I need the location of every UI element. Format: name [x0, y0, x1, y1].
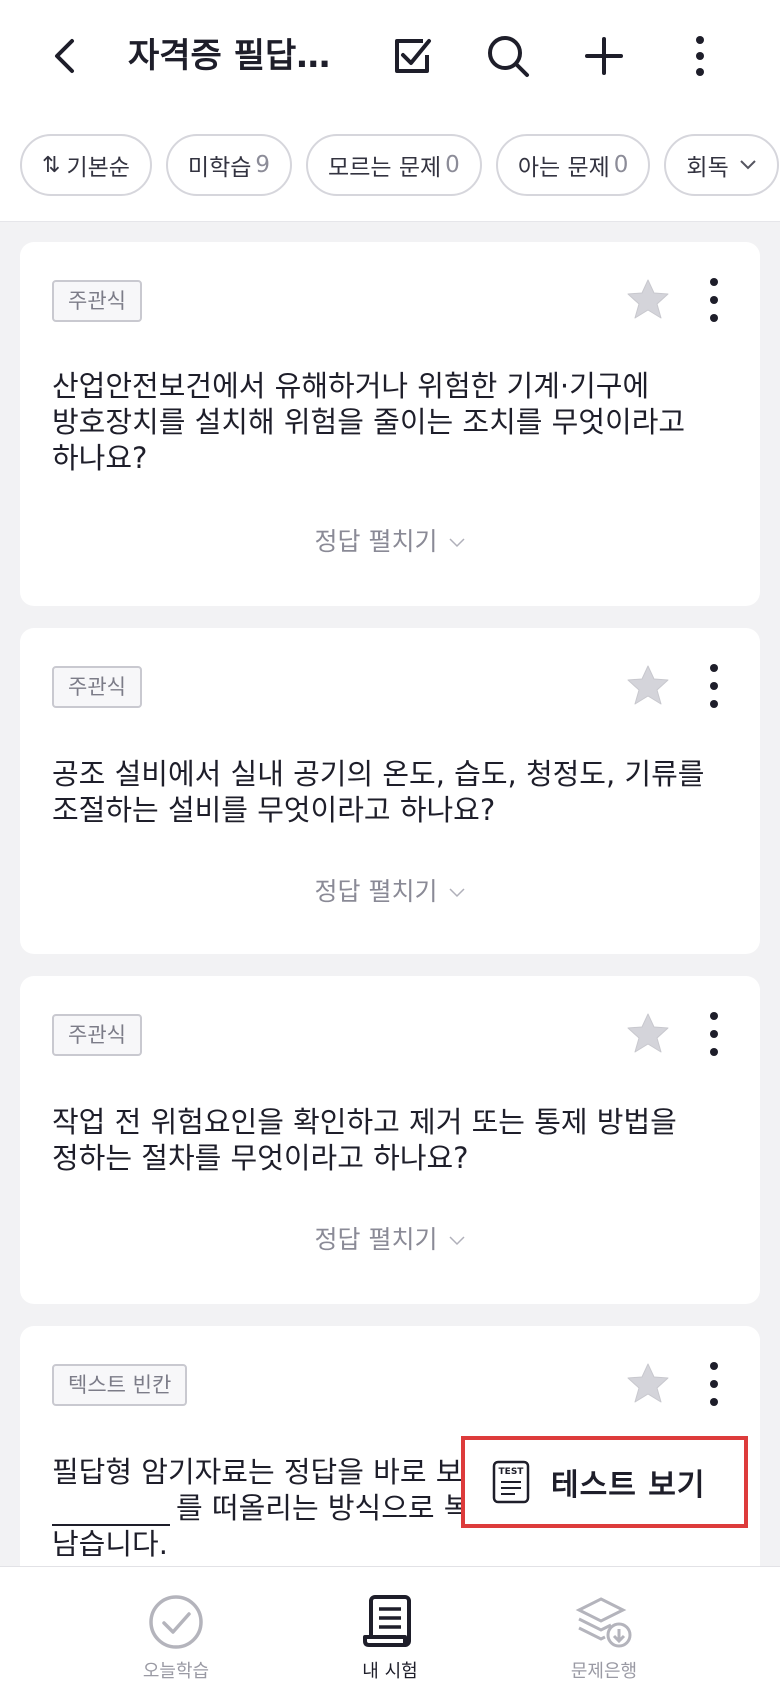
reveal-answer-button[interactable]: 정답 펼치기 — [20, 522, 760, 558]
question-text: 공조 설비에서 실내 공기의 온도, 습도, 청정도, 기류를 조절하는 설비를… — [52, 757, 705, 827]
search-button[interactable] — [478, 26, 538, 86]
plus-icon — [585, 37, 623, 75]
test-document-icon: TEST — [492, 1460, 530, 1504]
sort-icon: ⇅ — [42, 152, 61, 178]
test-view-button-content: TEST 테스트 보기 — [491, 1460, 705, 1504]
nav-label-question-bank: 문제은행 — [570, 1661, 638, 1682]
round-chip[interactable]: 회독 — [664, 134, 779, 196]
unknown-chip[interactable]: 모르는 문제 0 — [306, 134, 482, 196]
reveal-answer-label: 정답 펼치기 — [314, 1225, 438, 1254]
back-button[interactable] — [36, 26, 96, 86]
chevron-left-icon — [55, 39, 74, 73]
question-type-badge: 주관식 — [52, 280, 142, 322]
chevron-down-icon — [740, 160, 756, 170]
star-icon[interactable] — [624, 662, 672, 710]
known-chip-label: 아는 문제 — [517, 155, 610, 181]
scroll-book-icon — [363, 1595, 411, 1647]
top-bar: 자격증 필답… — [0, 0, 780, 112]
reveal-answer-label: 정답 펼치기 — [314, 527, 438, 556]
sort-chip-label: 기본순 — [66, 155, 130, 181]
test-view-button[interactable]: TEST 테스트 보기 — [461, 1436, 748, 1528]
nav-label-today: 오늘학습 — [142, 1661, 210, 1682]
more-vertical-icon[interactable] — [704, 1360, 724, 1408]
nav-item-my-exam[interactable]: 내 시험 — [290, 1567, 490, 1688]
question-type-badge: 주관식 — [52, 1014, 142, 1056]
app-header: 자격증 필답… ⇅ 기본순 미학습 9 모르는 문제 0 아는 문제 0 회독 — [0, 0, 780, 222]
nav-label-my-exam: 내 시험 — [362, 1661, 418, 1682]
known-count: 0 — [613, 152, 629, 178]
more-vertical-icon[interactable] — [704, 1010, 724, 1058]
round-chip-label: 회독 — [686, 155, 729, 181]
chevron-down-icon — [449, 1236, 465, 1246]
question-type-badge: 주관식 — [52, 666, 142, 708]
chevron-down-icon — [449, 538, 465, 548]
question-text: 작업 전 위험요인을 확인하고 제거 또는 통제 방법을 정하는 절차를 무엇이… — [52, 1105, 677, 1175]
chevron-down-icon — [449, 888, 465, 898]
nav-item-question-bank[interactable]: 문제은행 — [504, 1567, 704, 1688]
more-vertical-icon[interactable] — [704, 662, 724, 710]
question-type-badge: 텍스트 빈칸 — [52, 1364, 188, 1406]
page-title: 자격증 필답… — [128, 36, 331, 76]
test-view-label: 테스트 보기 — [551, 1468, 706, 1503]
unlearned-chip-label: 미학습 — [187, 155, 252, 181]
more-options-button[interactable] — [670, 26, 730, 86]
add-button[interactable] — [574, 26, 634, 86]
check-circle-icon — [149, 1595, 203, 1649]
star-icon[interactable] — [624, 1010, 672, 1058]
question-card[interactable]: 주관식 공조 설비에서 실내 공기의 온도, 습도, 청정도, 기류를 조절하는… — [20, 628, 760, 954]
select-mode-button[interactable] — [382, 26, 442, 86]
star-icon[interactable] — [624, 1360, 672, 1408]
question-line: 남습니다. — [52, 1527, 168, 1561]
bottom-navigation: 오늘학습 내 시험 문제은행 — [0, 1566, 780, 1688]
layers-download-icon — [575, 1597, 632, 1648]
reveal-answer-button[interactable]: 정답 펼치기 — [20, 872, 760, 908]
known-chip[interactable]: 아는 문제 0 — [495, 134, 651, 196]
search-icon — [488, 36, 529, 77]
checkbox-icon — [395, 39, 431, 73]
question-line-text: 를 떠올리는 방식으로 복 — [176, 1491, 471, 1525]
more-vertical-icon — [696, 36, 704, 76]
question-card[interactable]: 주관식 작업 전 위험요인을 확인하고 제거 또는 통제 방법을 정하는 절차를… — [20, 976, 760, 1304]
unknown-chip-label: 모르는 문제 — [328, 155, 442, 181]
sort-chip[interactable]: ⇅ 기본순 — [20, 134, 152, 196]
unknown-count: 0 — [445, 152, 460, 178]
question-text: 산업안전보건에서 유해하거나 위험한 기계·기구에 방호장치를 설치해 위험을 … — [52, 369, 686, 475]
reveal-answer-button[interactable]: 정답 펼치기 — [20, 1220, 760, 1256]
unlearned-count: 9 — [255, 152, 271, 178]
reveal-answer-label: 정답 펼치기 — [314, 877, 438, 906]
unlearned-chip[interactable]: 미학습 9 — [165, 134, 293, 196]
question-card[interactable]: 주관식 산업안전보건에서 유해하거나 위험한 기계·기구에 방호장치를 설치해 … — [20, 242, 760, 606]
nav-item-today[interactable]: 오늘학습 — [76, 1567, 276, 1688]
more-vertical-icon[interactable] — [704, 276, 724, 324]
test-icon-text: TEST — [499, 1467, 525, 1477]
filter-chips: ⇅ 기본순 미학습 9 모르는 문제 0 아는 문제 0 회독 — [20, 134, 780, 196]
star-icon[interactable] — [624, 276, 672, 324]
fill-in-blank — [52, 1496, 170, 1526]
